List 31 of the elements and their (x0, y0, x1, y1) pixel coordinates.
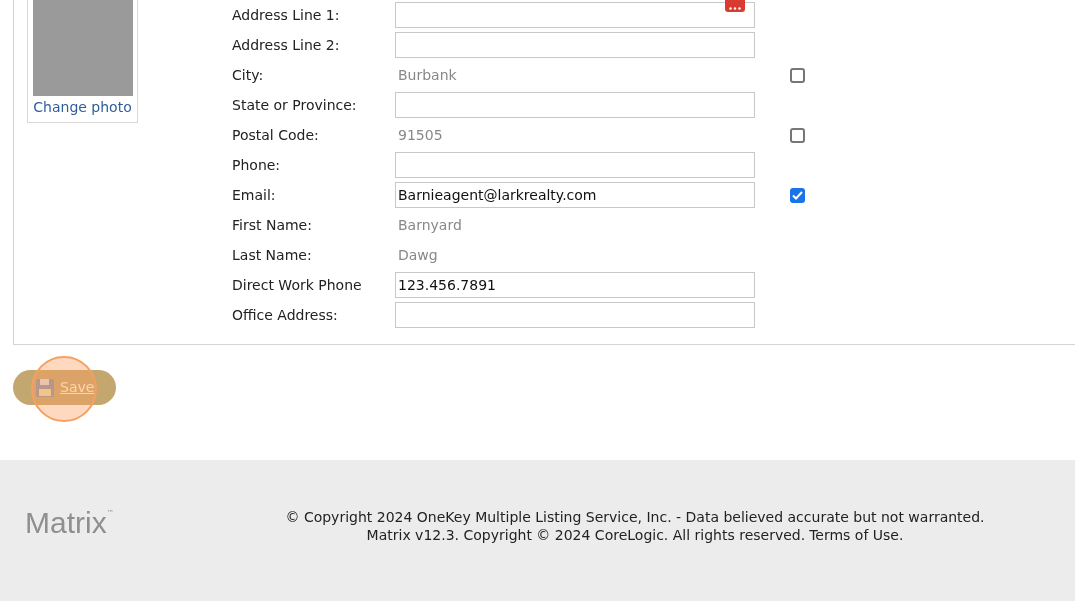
matrix-logo: Matrix (25, 508, 107, 538)
input-field[interactable] (395, 302, 755, 328)
field-label: State or Province: (232, 95, 358, 115)
terms-link[interactable]: Terms of Use. (809, 526, 904, 544)
field-label: Postal Code: (232, 125, 320, 145)
field-label: Address Line 1: (232, 5, 341, 25)
input-field[interactable] (395, 152, 755, 178)
field-label: Email: (232, 185, 277, 205)
field-label: Address Line 2: (232, 35, 341, 55)
field-value: Dawg (397, 245, 438, 265)
field-value: Barnyard (397, 215, 462, 235)
checkbox[interactable] (790, 127, 805, 143)
copyright-text: © Copyright 2024 OneKey Multiple Listing Service, Inc. - Data believed accurate but not warranted. (285, 508, 985, 526)
input-field[interactable] (395, 2, 755, 28)
field-label: City: (232, 65, 265, 85)
change-photo-link[interactable]: Change photo (33, 97, 132, 118)
copyright-text: Matrix v12.3. Copyright © 2024 CoreLogic. All rights reserved. (366, 526, 806, 544)
input-field[interactable]: 123.456.7891 (395, 272, 755, 298)
field-label: Office Address: (232, 305, 339, 325)
field-label: Last Name: (232, 245, 313, 265)
input-field[interactable] (395, 32, 755, 58)
checkbox[interactable] (790, 187, 805, 203)
field-label: First Name: (232, 215, 313, 235)
field-value: 91505 (397, 125, 443, 145)
field-value: Burbank (397, 65, 457, 85)
input-field[interactable]: Barnieagent@larkrealty.com (395, 182, 755, 208)
checkbox[interactable] (790, 67, 805, 83)
menu-icon[interactable] (725, 0, 745, 12)
field-label: Phone: (232, 155, 282, 175)
field-label: Direct Work Phone (232, 275, 363, 295)
input-field[interactable] (395, 92, 755, 118)
